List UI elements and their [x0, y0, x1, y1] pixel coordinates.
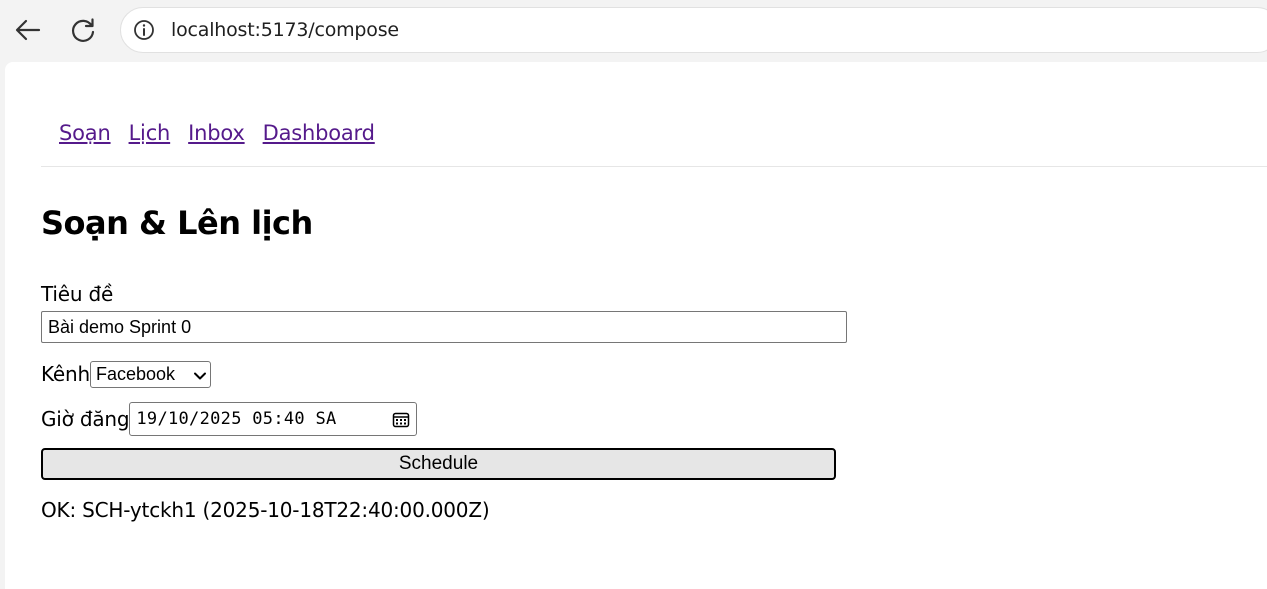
nav-link-dashboard[interactable]: Dashboard	[263, 118, 375, 148]
title-input[interactable]	[41, 311, 847, 343]
schedule-button[interactable]: Schedule	[41, 448, 836, 480]
back-arrow-icon	[15, 19, 41, 41]
calendar-icon	[393, 412, 410, 428]
page-viewport: Soạn Lịch Inbox Dashboard Soạn & Lên lịc…	[5, 62, 1267, 589]
datetime-value: 19/10/2025 05:40 SA	[136, 409, 337, 429]
reload-icon	[71, 18, 95, 42]
site-info-icon[interactable]	[133, 19, 155, 41]
browser-toolbar: localhost:5173/compose	[0, 0, 1267, 62]
reload-button[interactable]	[65, 12, 101, 48]
time-row: Giờ đăng 19/10/2025 05:40 SA	[41, 401, 418, 437]
top-nav: Soạn Lịch Inbox Dashboard	[41, 118, 1267, 167]
datetime-input[interactable]: 19/10/2025 05:40 SA	[129, 402, 418, 436]
nav-link-compose[interactable]: Soạn	[59, 118, 111, 148]
url-text[interactable]: localhost:5173/compose	[171, 19, 399, 41]
channel-select[interactable]: Facebook	[89, 360, 211, 388]
page-title: Soạn & Lên lịch	[41, 204, 313, 242]
time-label: Giờ đăng	[41, 407, 130, 431]
nav-link-inbox[interactable]: Inbox	[188, 118, 245, 148]
address-bar[interactable]: localhost:5173/compose	[120, 7, 1267, 53]
title-label: Tiêu đề	[41, 282, 114, 306]
channel-label: Kênh	[41, 362, 90, 386]
channel-selected-value: Facebook	[95, 363, 176, 384]
channel-row: Kênh Facebook	[41, 360, 211, 388]
chevron-down-icon	[193, 372, 206, 379]
status-message: OK: SCH-ytckh1 (2025-10-18T22:40:00.000Z…	[41, 498, 490, 522]
nav-link-calendar[interactable]: Lịch	[129, 118, 171, 148]
back-button[interactable]	[10, 12, 46, 48]
